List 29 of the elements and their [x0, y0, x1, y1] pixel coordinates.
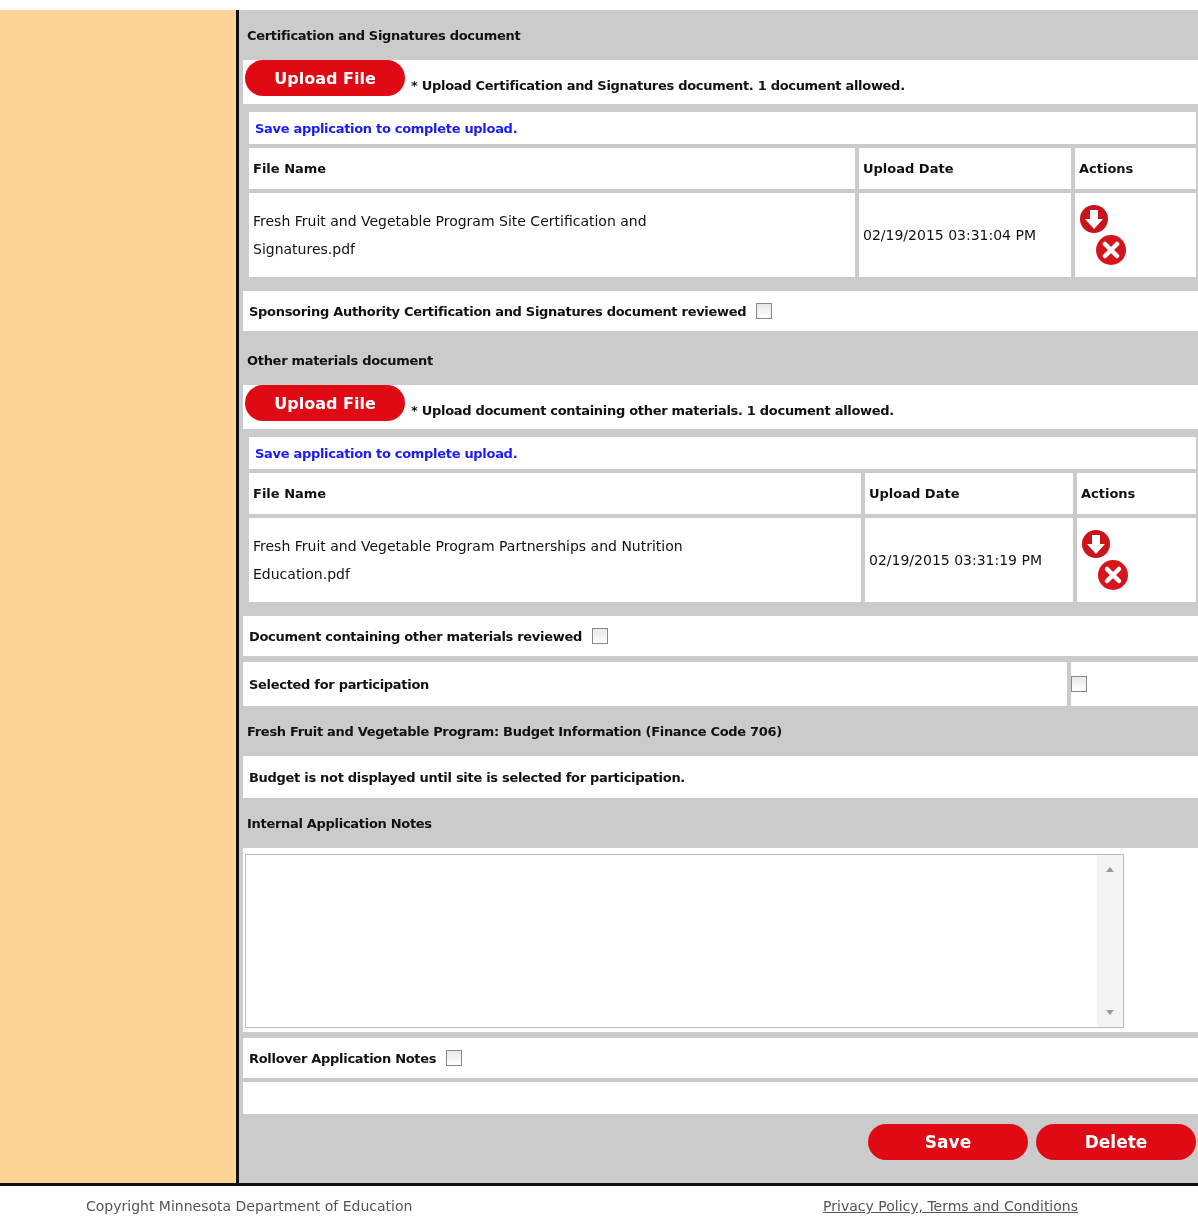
save-button[interactable]: Save: [868, 1124, 1028, 1160]
column-header: File Name: [249, 473, 861, 514]
column-header: Actions: [1075, 148, 1196, 189]
column-header: Upload Date: [859, 148, 1071, 189]
section-header: Internal Application Notes: [246, 814, 433, 833]
upload-date-cell: 02/19/2015 03:31:19 PM: [865, 518, 1073, 602]
review-label: Sponsoring Authority Certification and Signatures document reviewed: [249, 303, 747, 319]
column-header: Upload Date: [865, 473, 1073, 514]
upload-file-button[interactable]: Upload File: [245, 60, 405, 96]
section-header: Certification and Signatures document: [246, 26, 522, 45]
column-header: File Name: [249, 148, 855, 189]
section-header: Other materials document: [246, 351, 434, 370]
file-name-cell: Fresh Fruit and Vegetable Program Site Certification and Signatures.pdf: [249, 193, 855, 277]
privacy-link[interactable]: Privacy Policy, Terms and Conditions: [823, 1198, 1078, 1214]
save-note: Save application to complete upload.: [254, 445, 518, 461]
file-name-cell: Fresh Fruit and Vegetable Program Partnerships and Nutrition Education.pdf: [249, 518, 861, 602]
upload-date-cell: 02/19/2015 03:31:04 PM: [859, 193, 1071, 277]
save-note: Save application to complete upload.: [254, 120, 518, 136]
delete-button[interactable]: Delete: [1036, 1124, 1196, 1160]
upload-instruction: * Upload document containing other materials. 1 document allowed.: [411, 403, 894, 418]
copyright-text: Copyright Minnesota Department of Education: [86, 1198, 413, 1214]
rollover-label: Rollover Application Notes: [249, 1050, 437, 1066]
upload-file-button[interactable]: Upload File: [245, 385, 405, 421]
review-label: Document containing other materials reviewed: [249, 628, 582, 644]
participation-label: Selected for participation: [249, 676, 429, 692]
upload-instruction: * Upload Certification and Signatures document. 1 document allowed.: [411, 78, 905, 93]
column-header: Actions: [1077, 473, 1196, 514]
section-header: Fresh Fruit and Vegetable Program: Budget Information (Finance Code 706): [246, 722, 783, 741]
budget-note: Budget is not displayed until site is selected for participation.: [249, 769, 685, 785]
